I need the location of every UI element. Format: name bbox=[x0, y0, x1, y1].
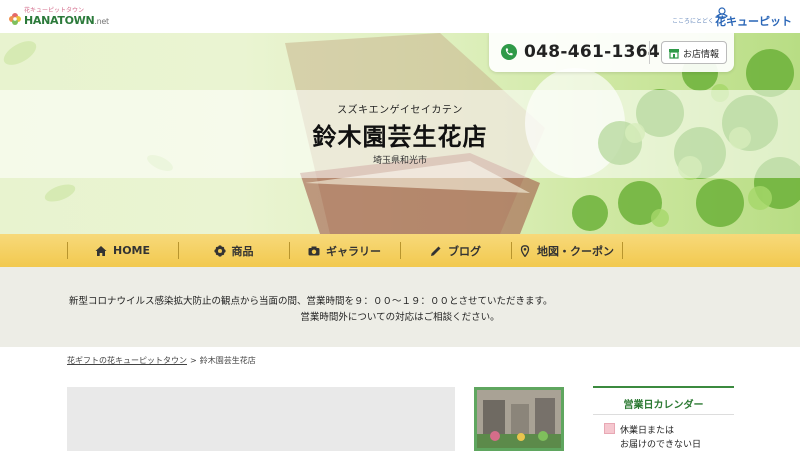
nav-label-home: HOME bbox=[112, 244, 151, 257]
calendar-divider bbox=[593, 414, 734, 415]
contact-divider bbox=[649, 41, 650, 64]
nav-item-gallery[interactable]: ギャラリー bbox=[289, 234, 400, 267]
contact-box: 048-461-1364 お店情報 bbox=[489, 33, 734, 72]
nav-label-gallery: ギャラリー bbox=[326, 244, 381, 258]
main-image-placeholder bbox=[67, 387, 455, 451]
top-bar: 花キューピットタウン HANATOWN.net こころにとどく 花キューピット bbox=[0, 0, 800, 33]
nav-item-map-coupon[interactable]: 地図・クーポン bbox=[511, 234, 622, 267]
breadcrumb-separator: > bbox=[190, 356, 197, 365]
logo-right-tagline: こころにとどく bbox=[672, 18, 714, 25]
main-nav: HOME 商品 ギャラリー ブログ 地図・クーポン bbox=[0, 234, 800, 267]
nav-label-blog: ブログ bbox=[448, 244, 481, 258]
flower-logo-icon bbox=[9, 13, 21, 25]
shop-photo-thumbnail[interactable] bbox=[474, 387, 564, 451]
store-info-label: お店情報 bbox=[683, 50, 720, 60]
logo-brand-suffix: .net bbox=[94, 17, 109, 26]
shop-name: 鈴木園芸生花店 bbox=[312, 123, 488, 151]
holiday-legend-line2: お届けのできない日 bbox=[620, 440, 702, 450]
notice-text-line1: 新型コロナウイルス感染拡大防止の観点から当面の間、営業時間を９：００〜１９：００… bbox=[69, 296, 553, 307]
flower-icon bbox=[213, 244, 226, 257]
notice-text-line2: 営業時間外についての対応はご相談ください。 bbox=[300, 312, 500, 323]
nav-separator bbox=[622, 242, 623, 259]
shop-location: 埼玉県和光市 bbox=[372, 156, 427, 166]
breadcrumb-home-link[interactable]: 花ギフトの花キューピットタウン bbox=[67, 356, 187, 365]
logo-brand-text: HANATOWN bbox=[24, 14, 95, 27]
home-icon bbox=[95, 245, 107, 256]
logo-brand: HANATOWN.net bbox=[24, 14, 109, 27]
hero-banner: スズキエンゲイセイカテン 鈴木園芸生花店 埼玉県和光市 048-461-1364… bbox=[0, 33, 800, 234]
nav-label-map-coupon: 地図・クーポン bbox=[537, 244, 614, 258]
holiday-legend-swatch bbox=[604, 423, 615, 434]
shop-icon bbox=[669, 49, 679, 59]
logo-tagline: 花キューピットタウン bbox=[24, 7, 85, 14]
calendar-top-rule bbox=[593, 386, 734, 388]
shop-name-kana: スズキエンゲイセイカテン bbox=[337, 105, 463, 116]
nav-item-home[interactable]: HOME bbox=[67, 234, 178, 267]
logo-right-name: 花キューピット bbox=[715, 15, 792, 28]
holiday-legend-line1: 休業日または bbox=[620, 426, 675, 436]
phone-icon bbox=[501, 44, 517, 60]
map-pin-icon bbox=[520, 244, 530, 257]
nav-item-products[interactable]: 商品 bbox=[178, 234, 289, 267]
phone-number[interactable]: 048-461-1364 bbox=[524, 42, 660, 62]
hanatown-logo[interactable]: 花キューピットタウン HANATOWN.net bbox=[8, 5, 109, 29]
breadcrumb: 花ギフトの花キューピットタウン > 鈴木園芸生花店 bbox=[67, 355, 256, 366]
breadcrumb-current: 鈴木園芸生花店 bbox=[199, 356, 256, 365]
shop-photo-image bbox=[477, 390, 561, 448]
nav-item-blog[interactable]: ブログ bbox=[400, 234, 511, 267]
pencil-icon bbox=[431, 246, 441, 256]
business-calendar: 営業日カレンダー 休業日または お届けのできない日 bbox=[593, 386, 734, 451]
hanacupid-logo[interactable]: こころにとどく 花キューピット bbox=[672, 6, 792, 28]
calendar-title: 営業日カレンダー bbox=[623, 400, 704, 411]
business-hours-notice: 新型コロナウイルス感染拡大防止の観点から当面の間、営業時間を９：００〜１９：００… bbox=[0, 267, 800, 347]
store-info-button[interactable]: お店情報 bbox=[661, 41, 727, 64]
camera-icon bbox=[308, 246, 320, 255]
nav-label-products: 商品 bbox=[231, 244, 254, 258]
